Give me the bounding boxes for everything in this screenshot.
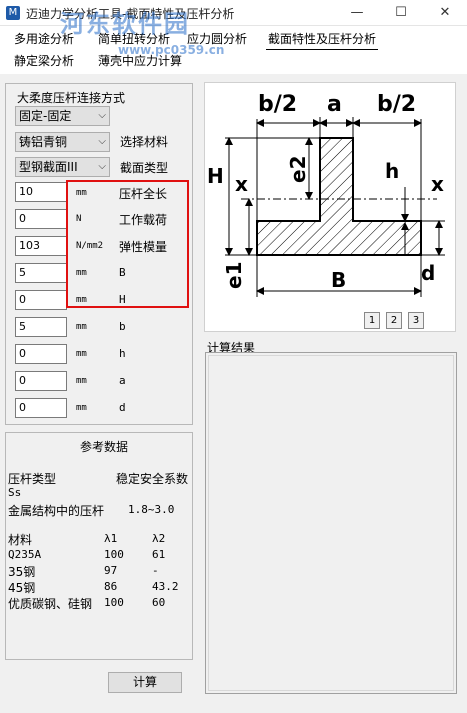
chevron-down-icon: ⌵ (98, 161, 106, 172)
watermark-logo: 河东软件园 (60, 9, 190, 38)
t-section-drawing: b/2 a b/2 H x x e2 h e1 d B (207, 92, 445, 297)
calculate-button[interactable]: 计算 (108, 672, 182, 693)
tab-section-strut[interactable]: 截面特性及压杆分析 (266, 28, 379, 50)
ref-row-name: 45钢 (8, 581, 36, 595)
material-select[interactable]: 铸铝青铜 ⌵ (15, 132, 110, 152)
section-select[interactable]: 型钢截面III ⌵ (15, 157, 110, 177)
section-select-value: 型钢截面III (19, 160, 78, 174)
ref-row-lambda1: 100 (104, 596, 124, 609)
lambda2-header: λ2 (152, 532, 166, 545)
ref-row-lambda2: 61 (152, 548, 166, 561)
dim-label-H: H (207, 164, 224, 188)
axis-label-x-right: x (431, 172, 444, 196)
reference-panel (5, 432, 193, 660)
metal-strut-label: 金属结构中的压杆 (8, 504, 105, 518)
app-icon: M (6, 6, 20, 20)
section-diagram: b/2 a b/2 H x x e2 h e1 d B (204, 82, 456, 332)
connection-select-value: 固定-固定 (19, 109, 72, 123)
chevron-down-icon: ⌵ (98, 110, 106, 121)
d-input[interactable]: 0 (15, 398, 67, 418)
dim-label-a: a (327, 92, 342, 117)
a-label: a (119, 374, 126, 387)
safety-factor-header: 稳定安全系数 (116, 472, 189, 486)
axis-label-x-left: x (235, 172, 248, 196)
dim-label-b-half-left: b/2 (258, 92, 297, 117)
reference-title: 参考数据 (80, 440, 129, 454)
ref-row-name: Q235A (8, 548, 42, 561)
H-input[interactable]: 0 (15, 290, 67, 310)
material-select-value: 铸铝青铜 (19, 135, 68, 149)
h-input[interactable]: 0 (15, 344, 67, 364)
b-input[interactable]: 5 (15, 317, 67, 337)
connection-label: 大柔度压杆连接方式 (17, 91, 126, 105)
lambda1-header: λ1 (104, 532, 118, 545)
ref-row-lambda1: 97 (104, 564, 118, 577)
chevron-down-icon: ⌵ (98, 136, 106, 147)
d-label: d (119, 401, 126, 414)
h-unit: mm (76, 349, 87, 359)
strut-type-header: 压杆类型 (8, 472, 57, 486)
section-label: 截面类型 (120, 161, 169, 175)
highlight-box (66, 180, 189, 308)
ref-row-name: 优质碳钢、硅钢 (8, 597, 93, 611)
ref-row-name: 35钢 (8, 565, 36, 579)
b-unit: mm (76, 322, 87, 332)
dim-label-B: B (331, 268, 346, 292)
maximize-button[interactable]: ☐ (379, 0, 423, 26)
ref-row-lambda2: - (152, 564, 159, 577)
material-header: 材料 (8, 533, 33, 547)
modulus-input[interactable]: 103 (15, 236, 67, 256)
dim-label-h: h (385, 159, 399, 183)
length-input[interactable]: 10 (15, 182, 67, 202)
close-button[interactable]: ✕ (423, 0, 467, 26)
ss-label: Ss (8, 486, 22, 499)
diagram-page-2-button[interactable]: 2 (386, 312, 402, 329)
dim-label-e1: e1 (222, 262, 246, 289)
result-output-inner (208, 355, 454, 691)
dim-label-b-half-right: b/2 (377, 92, 416, 117)
ref-row-lambda2: 60 (152, 596, 166, 609)
connection-select[interactable]: 固定-固定 ⌵ (15, 106, 110, 126)
d-unit: mm (76, 403, 87, 413)
dim-label-d: d (421, 261, 435, 285)
diagram-page-3-button[interactable]: 3 (408, 312, 424, 329)
minimize-button[interactable]: — (335, 0, 379, 26)
diagram-page-1-button[interactable]: 1 (364, 312, 380, 329)
h-label: h (119, 347, 126, 360)
tab-static-beam[interactable]: 静定梁分析 (12, 50, 76, 72)
ref-row-lambda1: 100 (104, 548, 124, 561)
load-input[interactable]: 0 (15, 209, 67, 229)
dim-label-e2: e2 (286, 156, 310, 183)
ref-row-lambda2: 43.2 (152, 580, 179, 593)
metal-strut-value: 1.8~3.0 (128, 503, 175, 516)
material-label: 选择材料 (120, 135, 169, 149)
ref-row-lambda1: 86 (104, 580, 118, 593)
a-input[interactable]: 0 (15, 371, 67, 391)
watermark-url: www.pc0359.cn (118, 43, 225, 57)
t-section-shape (256, 137, 422, 256)
B-input[interactable]: 5 (15, 263, 67, 283)
b-label: b (119, 320, 126, 333)
a-unit: mm (76, 376, 87, 386)
result-output-area[interactable] (205, 352, 457, 694)
